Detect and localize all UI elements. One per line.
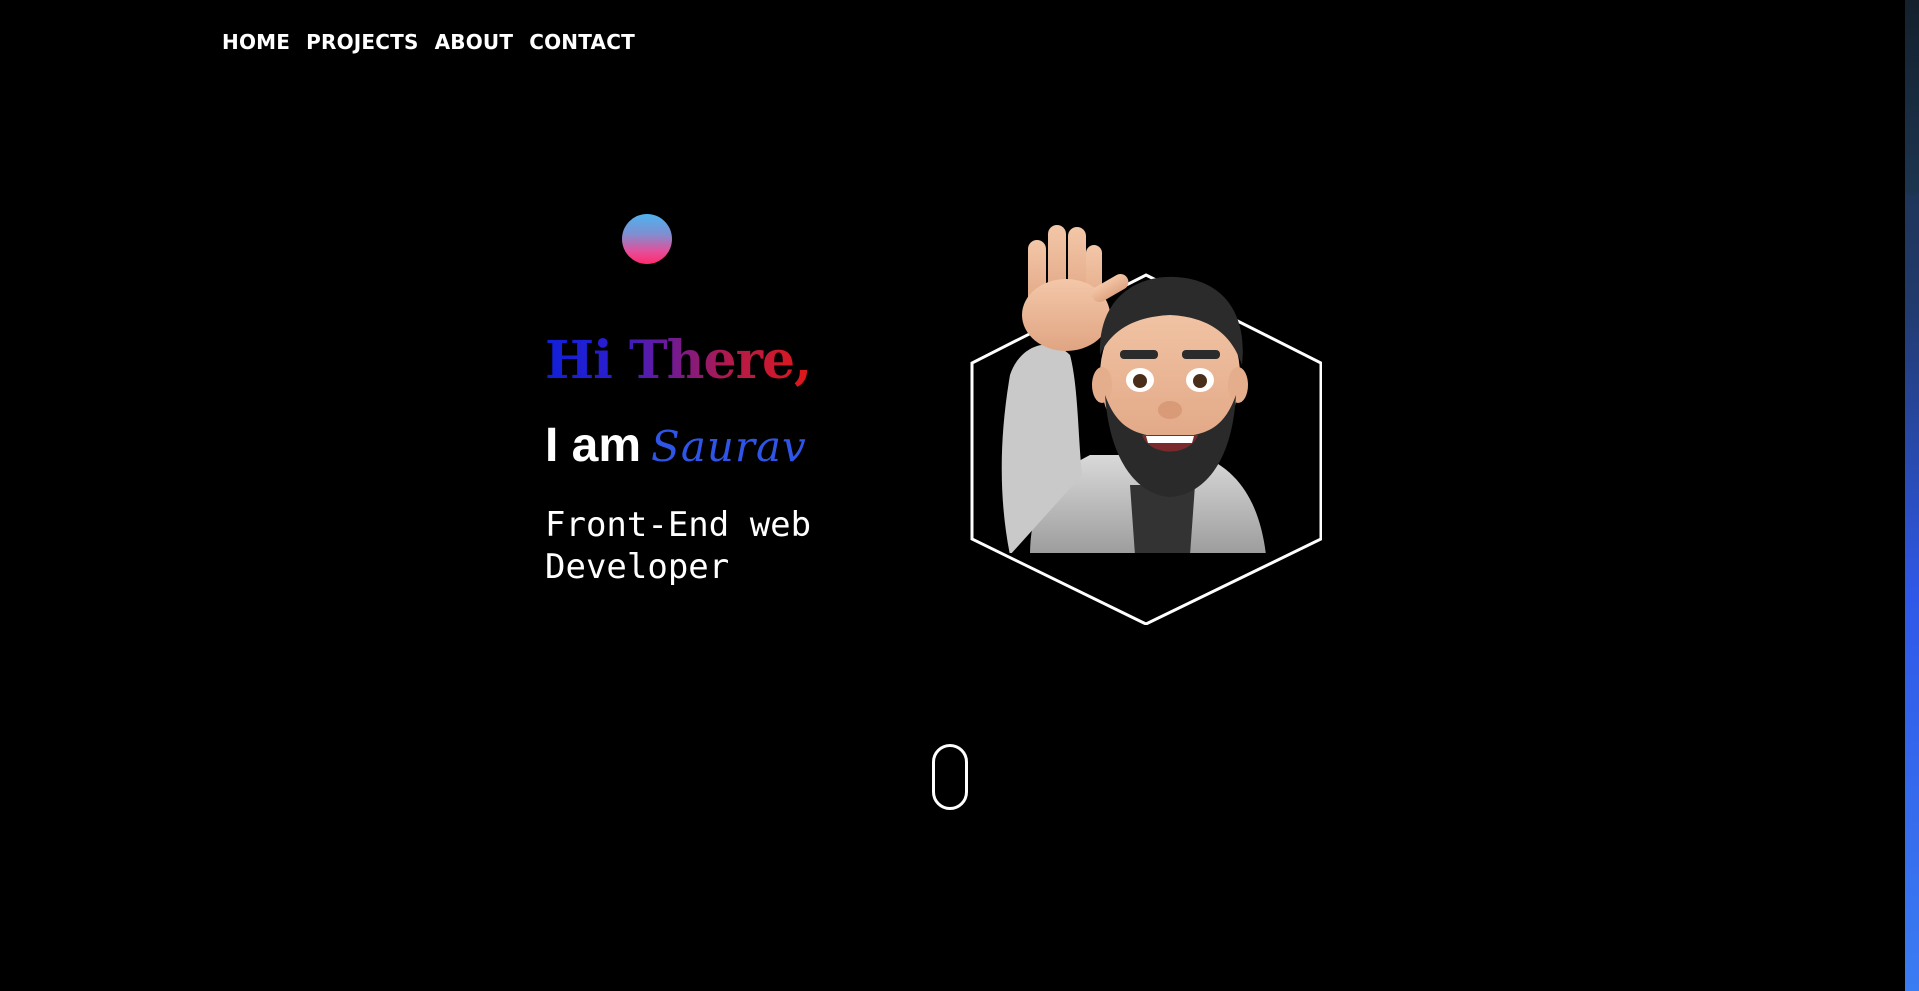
hero-name: Saurav [651,422,807,471]
hero-intro-line: I am Saurav [545,418,807,473]
nav-contact-link[interactable]: CONTACT [529,30,635,54]
nav-home-link[interactable]: HOME [222,30,290,54]
nav-projects-link[interactable]: PROJECTS [306,30,419,54]
main-nav: HOME PROJECTS ABOUT CONTACT [222,30,635,54]
hero-intro: I am [545,419,642,472]
avatar-frame [970,205,1322,625]
scrollbar-thumb[interactable] [1905,0,1919,196]
page-scrollbar[interactable] [1905,0,1919,991]
avatar-icon [970,225,1322,625]
hero-greeting: Hi There, [545,330,812,391]
gradient-orb [622,214,672,264]
mouse-scroll-icon [932,744,968,810]
nav-about-link[interactable]: ABOUT [435,30,514,54]
hero-role: Front-End web Developer [545,505,812,587]
